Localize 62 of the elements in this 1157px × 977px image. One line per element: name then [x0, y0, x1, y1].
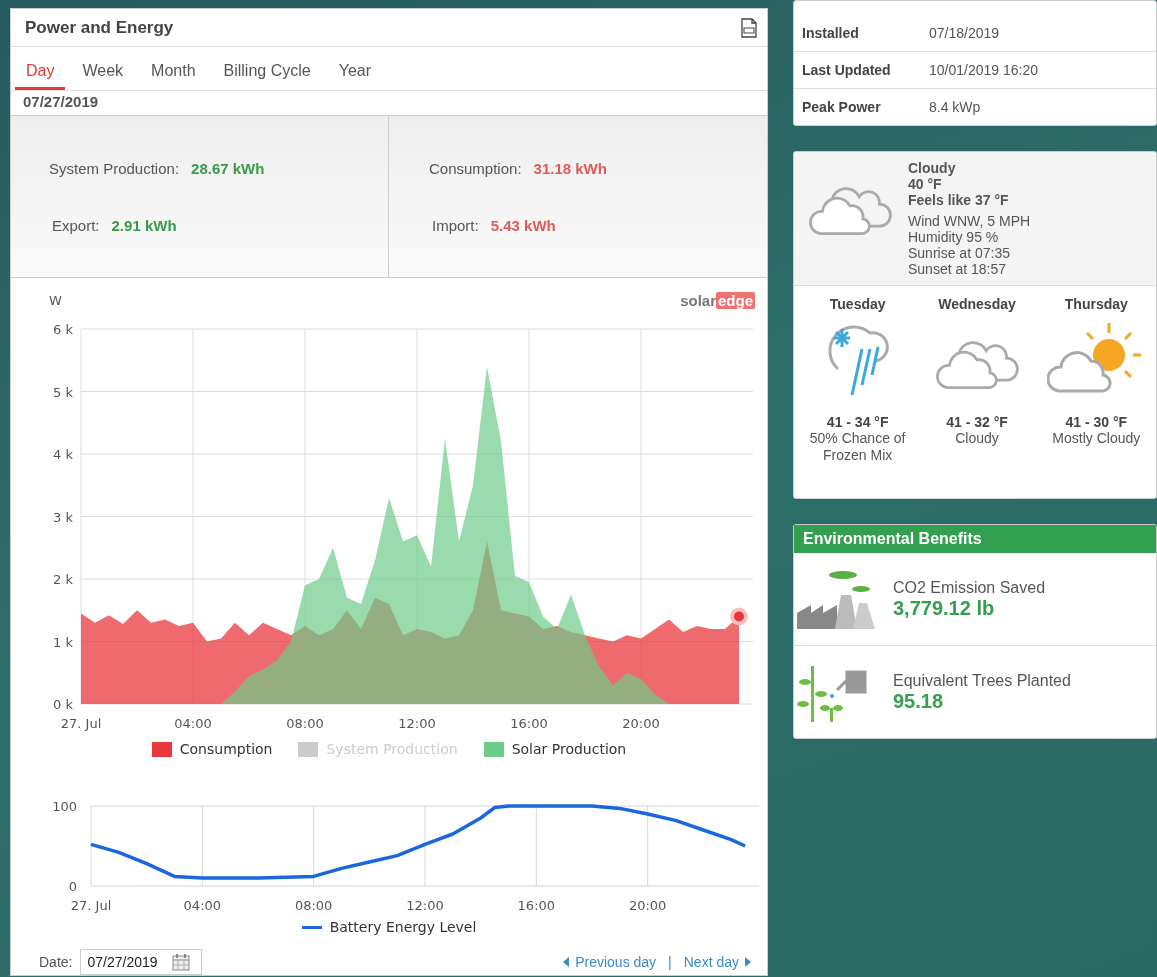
- weather-detail: Humidity 95 %: [908, 229, 1000, 245]
- y-axis-label: 4 k: [53, 447, 73, 462]
- benefit-value: 95.18: [893, 689, 945, 713]
- summary-label: Consumption:: [429, 159, 522, 177]
- x-axis-label: 12:00: [398, 716, 436, 731]
- brand-text: solar: [680, 292, 716, 309]
- info-value: 07/18/2019: [929, 25, 1001, 41]
- y-axis-label: 0 k: [53, 697, 73, 712]
- temperature: 40 °F: [908, 176, 943, 192]
- y-axis-label: 5 k: [53, 384, 73, 400]
- x-axis-label: 08:00: [286, 716, 324, 731]
- forecast-day: Thursday: [1064, 296, 1128, 312]
- forecast-day: Tuesday: [829, 296, 886, 312]
- summary-value: 28.67 kWh: [191, 159, 265, 177]
- weather-detail: Wind WNW, 5 MPH: [908, 213, 1031, 229]
- x-axis-label: 27. Jul: [60, 716, 102, 731]
- info-label: Installed: [802, 25, 860, 41]
- brand-text: edge: [716, 292, 755, 309]
- y-axis-label: 2 k: [53, 572, 73, 587]
- y-axis-label: 6 k: [53, 322, 73, 337]
- y-axis-label: 100: [52, 799, 77, 814]
- x-axis-label: 20:00: [622, 716, 660, 731]
- summary-label: System Production:: [49, 159, 180, 177]
- forecast-day: Wednesday: [938, 296, 1016, 312]
- forecast-range: 41 - 32 °F: [946, 414, 1008, 430]
- info-value: 8.4 kWp: [929, 99, 982, 115]
- forecast-description: Cloudy: [954, 430, 1000, 447]
- forecast-range: 41 - 34 °F: [826, 414, 889, 430]
- x-axis-label: 12:00: [406, 898, 444, 913]
- x-axis-label: 04:00: [183, 898, 222, 913]
- weather-detail: Sunrise at 07:35: [908, 245, 1011, 261]
- benefit-label: Equivalent Trees Planted: [893, 671, 1071, 690]
- forecast-range: 41 - 30 °F: [1065, 414, 1128, 430]
- summary-value: 2.91 kWh: [111, 216, 177, 234]
- x-axis-label: 16:00: [510, 716, 548, 731]
- panel-title: Power and Energy: [25, 17, 174, 38]
- feels-like: Feels like 37 °F: [908, 192, 1010, 208]
- benefit-value: 3,779.12 lb: [893, 596, 996, 620]
- y-axis-label: 0: [68, 879, 77, 894]
- summary-label: Import:: [432, 216, 479, 234]
- y-axis-label: 3 k: [53, 509, 73, 525]
- forecast-description: 50% Chance of Frozen Mix: [808, 430, 907, 464]
- benefit-label: CO2 Emission Saved: [893, 578, 1046, 597]
- summary-label: Export:: [52, 216, 100, 234]
- link-separator: |: [668, 954, 672, 970]
- info-label: Last Updated: [802, 62, 892, 78]
- axis-title: W: [49, 293, 62, 308]
- weather-condition: Cloudy: [908, 160, 957, 176]
- x-axis-label: 08:00: [294, 898, 333, 913]
- forecast-description: Mostly Cloudy: [1051, 430, 1142, 447]
- y-axis-label: 1 k: [53, 634, 73, 650]
- summary-value: 31.18 kWh: [533, 159, 607, 177]
- benefits-title: Environmental Benefits: [794, 525, 1156, 553]
- summary-value: 5.43 kWh: [490, 216, 556, 234]
- x-axis-label: 27. Jul: [70, 898, 112, 913]
- info-label: Peak Power: [802, 99, 882, 115]
- date-label: Date:: [39, 954, 73, 970]
- weather-detail: Sunset at 18:57: [908, 261, 1008, 277]
- x-axis-label: 20:00: [628, 898, 667, 913]
- x-axis-label: 04:00: [174, 716, 212, 731]
- info-value: 10/01/2019 16:20: [929, 62, 1039, 78]
- x-axis-label: 16:00: [517, 898, 556, 913]
